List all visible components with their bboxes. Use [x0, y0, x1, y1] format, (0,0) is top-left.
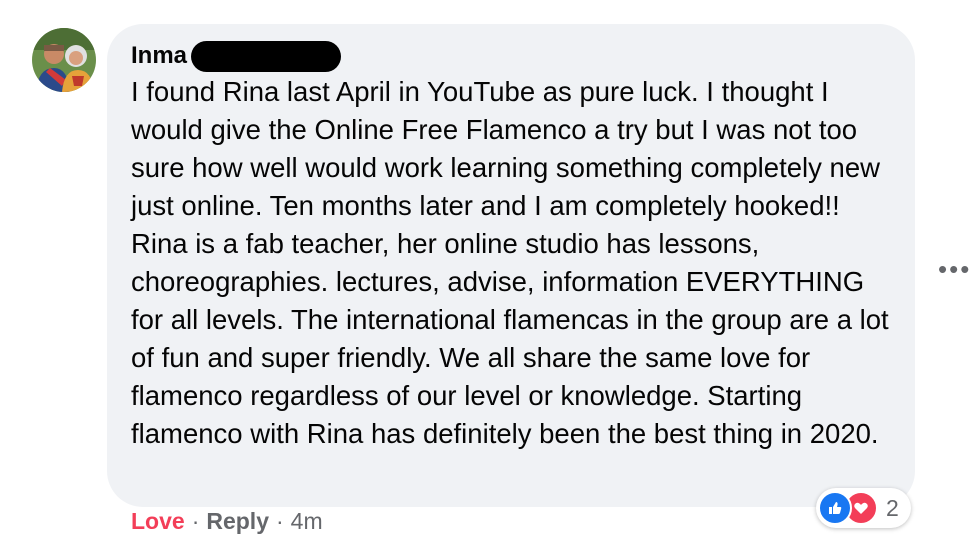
like-icon [818, 491, 852, 525]
comment-text: I found Rina last April in YouTube as pu… [131, 76, 889, 449]
redaction-bar [191, 40, 342, 72]
reply-button[interactable]: Reply [206, 508, 269, 535]
reaction-summary[interactable]: 2 [816, 488, 911, 528]
more-options-icon[interactable]: ••• [938, 254, 971, 285]
author-name-row[interactable]: Inma [131, 40, 342, 72]
love-button[interactable]: Love [131, 508, 185, 535]
separator: · [191, 508, 200, 534]
avatar-photo [32, 28, 96, 92]
author-name[interactable]: Inma [131, 42, 187, 70]
reaction-count: 2 [886, 494, 899, 521]
comment-actions: Love · Reply · 4m [131, 508, 323, 535]
timestamp[interactable]: 4m [291, 508, 323, 535]
avatar[interactable] [32, 28, 96, 92]
separator: · [276, 508, 284, 534]
